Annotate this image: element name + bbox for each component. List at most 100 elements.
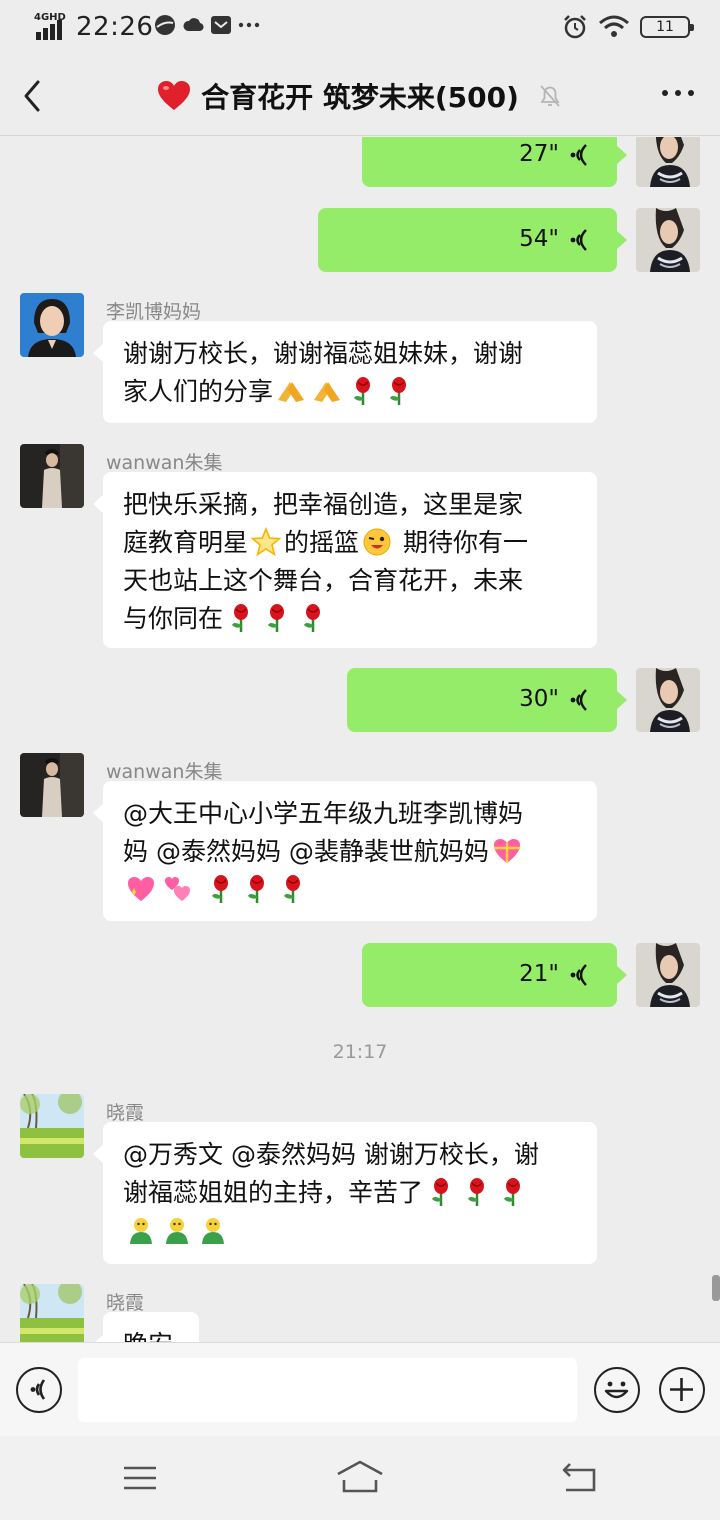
voice-duration: 54": [519, 226, 559, 252]
message-text: 谢谢万校长，谢谢福蕊姐妹妹，谢谢: [123, 339, 524, 368]
emoji-face-icon: [604, 1381, 629, 1399]
message-text: 家人们的分享: [123, 377, 274, 406]
menu-icon[interactable]: [120, 1458, 160, 1498]
pray-emoji-icon: [314, 382, 341, 402]
voice-message[interactable]: 54": [318, 208, 627, 272]
star-emoji-icon: [251, 527, 282, 557]
message-text: @万秀文 @泰然妈妈 谢谢万校长，谢: [123, 1140, 539, 1169]
message-text: 与你同在: [123, 604, 224, 633]
notification-icons: [154, 14, 260, 36]
message-text: @大王中心小学五年级九班李凯博妈: [123, 799, 524, 828]
timestamp: 21:17: [332, 1041, 388, 1063]
add-more-button[interactable]: [659, 1367, 705, 1413]
message-bubble[interactable]: 谢谢万校长，谢谢福蕊姐妹妹，谢谢 家人们的分享: [93, 321, 597, 423]
rose-emoji-icon: [247, 875, 264, 903]
message-bubble[interactable]: @大王中心小学五年级九班李凯博妈 妈 @泰然妈妈 @裴静裴世航妈妈: [93, 781, 597, 921]
rose-emoji-icon: [283, 875, 300, 903]
avatar[interactable]: [20, 1284, 84, 1342]
sender-name: 晓霞: [106, 1102, 145, 1124]
chat-title: 合育花开 筑梦未来(500): [201, 81, 519, 114]
rose-emoji-icon: [232, 604, 249, 632]
heart-icon: [158, 81, 191, 110]
message-text-line: 妈 @泰然妈妈 @裴静裴世航妈妈: [123, 833, 577, 871]
rose-emoji-icon: [432, 1178, 449, 1206]
sender-name: 晓霞: [106, 1292, 145, 1314]
message-text-line: 与你同在: [123, 600, 577, 638]
avatar[interactable]: [20, 1094, 84, 1158]
sender-name: wanwan朱集: [106, 452, 223, 474]
more-options-button[interactable]: [662, 90, 694, 96]
message-text: 把快乐采摘，把幸福创造，这里是家: [123, 490, 524, 519]
scrollbar-thumb[interactable]: [712, 1275, 720, 1301]
signal-icon: 4GHD: [34, 12, 68, 40]
person-emoji-icon: [202, 1218, 224, 1244]
rose-emoji-icon: [354, 377, 371, 405]
sender-name: 李凯博妈妈: [106, 301, 202, 323]
voice-duration: 30": [519, 686, 559, 712]
rose-emoji-icon: [390, 377, 407, 405]
message-text-line: 庭教育明星 的摇篮 期待你有一: [123, 524, 577, 562]
voice-input-icon: [30, 1379, 46, 1400]
sender-name: wanwan朱集: [106, 761, 223, 783]
person-emoji-icon: [130, 1218, 152, 1244]
voice-duration: 27": [519, 141, 559, 167]
rose-emoji-icon: [304, 604, 321, 632]
rose-emoji-icon: [211, 875, 228, 903]
more-notifications-icon: [238, 22, 260, 28]
avatar[interactable]: [636, 137, 700, 187]
avatar[interactable]: [636, 943, 700, 1007]
avatar[interactable]: [20, 293, 84, 357]
plus-icon: [670, 1378, 693, 1401]
voice-message[interactable]: 30": [347, 668, 627, 732]
message-text-line: [123, 871, 577, 909]
status-bar: 4GHD 22:26 11: [0, 0, 720, 56]
avatar[interactable]: [20, 753, 84, 817]
avatar[interactable]: [636, 668, 700, 732]
message-text: 的摇篮: [284, 528, 360, 557]
sparkle-heart-emoji-icon: [128, 877, 154, 901]
rose-emoji-icon: [268, 604, 285, 632]
voice-wave-icon: [570, 964, 587, 986]
mail-icon: [211, 16, 231, 34]
mute-bell-icon: [540, 85, 560, 107]
status-time: 22:26: [76, 12, 154, 42]
revolving-hearts-emoji-icon: [165, 877, 190, 901]
voice-wave-icon: [570, 229, 587, 251]
message-text: 妈 @泰然妈妈 @裴静裴世航妈妈: [123, 837, 489, 866]
wifi-icon: [599, 15, 629, 37]
battery-icon: 11: [640, 16, 694, 38]
cloud-icon: [183, 18, 204, 32]
system-nav-bar: [0, 1436, 720, 1520]
message-input[interactable]: [78, 1358, 577, 1422]
pray-emoji-icon: [278, 382, 305, 402]
chat-title-area[interactable]: 合育花开 筑梦未来(500): [0, 76, 720, 116]
back-nav-icon[interactable]: [560, 1458, 600, 1498]
message-list[interactable]: 27" 54" 李凯博妈妈 谢谢万校长，谢谢福蕊姐妹妹，谢谢 家人们的分享 wa…: [0, 137, 720, 1342]
person-emoji-icon: [166, 1218, 188, 1244]
voice-wave-icon: [570, 689, 587, 711]
voice-message[interactable]: 27": [362, 137, 627, 187]
emoji-button[interactable]: [594, 1367, 640, 1413]
gift-heart-emoji-icon: [493, 839, 520, 863]
voice-duration: 21": [519, 961, 559, 987]
input-bar: [0, 1342, 720, 1436]
message-bubble[interactable]: @万秀文 @泰然妈妈 谢谢万校长，谢 谢福蕊姐姐的主持，辛苦了: [93, 1122, 597, 1264]
message-text-line: 谢福蕊姐姐的主持，辛苦了: [123, 1174, 577, 1212]
avatar[interactable]: [636, 208, 700, 272]
alarm-icon: [564, 15, 586, 39]
message-text: 天也站上这个舞台，合育花开，未来: [123, 566, 524, 595]
message-text-line: [123, 1212, 577, 1250]
voice-message[interactable]: 21": [362, 943, 627, 1007]
battery-level: 11: [656, 19, 674, 35]
home-icon[interactable]: [336, 1458, 384, 1498]
chat-header: 合育花开 筑梦未来(500): [0, 56, 720, 136]
message-text: 庭教育明星: [123, 528, 249, 557]
message-bubble[interactable]: 晚安: [93, 1312, 199, 1342]
message-bubble[interactable]: 把快乐采摘，把幸福创造，这里是家 庭教育明星 的摇篮 期待你有一 天也站上这个舞台…: [93, 472, 597, 648]
voice-wave-icon: [570, 144, 587, 166]
avatar[interactable]: [20, 444, 84, 508]
voice-input-button[interactable]: [16, 1367, 62, 1413]
app-moon-icon: [155, 15, 175, 35]
rose-emoji-icon: [504, 1178, 521, 1206]
message-text-line: 家人们的分享: [123, 373, 577, 411]
